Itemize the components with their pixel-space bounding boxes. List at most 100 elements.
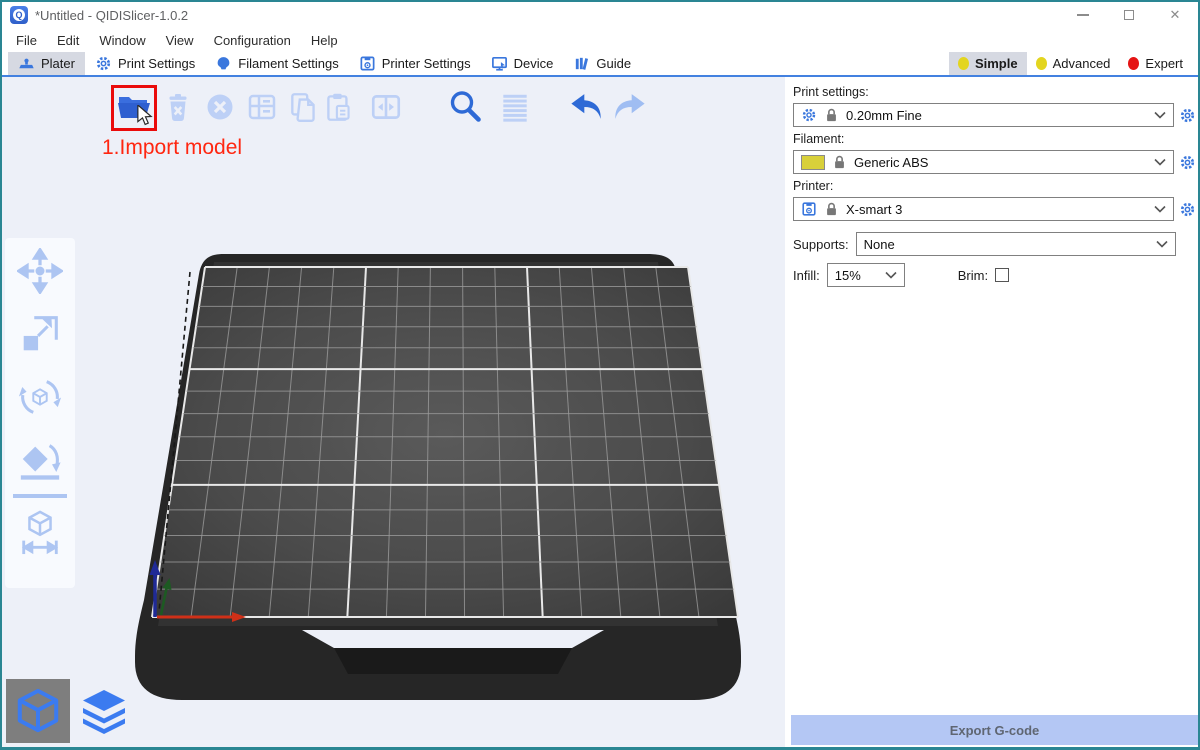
arrange-icon [246, 91, 278, 123]
supports-label: Supports: [793, 237, 849, 252]
app-window: Q *Untitled - QIDISlicer-1.0.2 ✕ File Ed… [0, 0, 1200, 750]
viewport-3d[interactable]: 1.Import model [2, 77, 785, 747]
menu-item-edit[interactable]: Edit [47, 30, 89, 51]
filament-settings-icon [215, 55, 232, 72]
gizmo-toolbar [5, 238, 75, 588]
import-annotation-text: 1.Import model [102, 136, 242, 160]
layer-height-icon [498, 90, 532, 124]
delete-button[interactable] [160, 89, 196, 125]
filament-combo[interactable]: Generic ABS [793, 150, 1174, 174]
print-settings-combo[interactable]: 0.20mm Fine [793, 103, 1174, 127]
edit-print-settings-button[interactable] [1179, 107, 1196, 124]
supports-combo[interactable]: None [856, 232, 1176, 256]
undo-button[interactable] [568, 89, 604, 125]
edit-printer-button[interactable] [1179, 201, 1196, 218]
place-on-face-tool-button[interactable] [17, 437, 63, 483]
import-model-button[interactable] [111, 85, 157, 131]
tab-guide[interactable]: Guide [563, 52, 641, 75]
redo-icon [612, 90, 648, 124]
delete-all-icon [204, 91, 236, 123]
close-button[interactable]: ✕ [1152, 2, 1198, 28]
arrange-button[interactable] [244, 89, 280, 125]
tab-filament-settings-label: Filament Settings [238, 56, 338, 71]
tab-filament-settings[interactable]: Filament Settings [205, 52, 348, 75]
simple-mode-dot-icon [958, 57, 969, 70]
paste-icon [322, 90, 356, 124]
printer-label: Printer: [793, 179, 1198, 195]
menu-item-file[interactable]: File [6, 30, 47, 51]
mouse-cursor-icon [136, 105, 153, 126]
filament-color-swatch [801, 155, 825, 170]
rotate-tool-button[interactable] [17, 374, 63, 420]
preview-view-button[interactable] [76, 684, 132, 740]
tab-plater-label: Plater [41, 56, 75, 71]
copy-button[interactable] [286, 89, 322, 125]
redo-button[interactable] [612, 89, 648, 125]
edit-filament-button[interactable] [1179, 154, 1196, 171]
advanced-mode-dot-icon [1036, 57, 1047, 70]
minimize-button[interactable] [1060, 2, 1106, 28]
delete-trash-icon [162, 91, 194, 123]
paste-button[interactable] [321, 89, 357, 125]
printer-combo[interactable]: X-smart 3 [793, 197, 1174, 221]
move-tool-button[interactable] [17, 248, 63, 294]
tab-device[interactable]: Device [481, 52, 564, 75]
mode-advanced-label: Advanced [1053, 56, 1111, 71]
settings-panel: Print settings: 0.20mm Fine [785, 77, 1198, 747]
split-objects-button[interactable] [368, 89, 404, 125]
tab-printer-settings[interactable]: Printer Settings [349, 52, 481, 75]
printer-settings-icon [359, 55, 376, 72]
mode-switcher: Simple Advanced Expert [949, 52, 1198, 75]
preview-layers-icon [80, 688, 128, 736]
mode-expert[interactable]: Expert [1119, 52, 1192, 75]
variable-layer-height-button[interactable] [497, 89, 533, 125]
place-on-face-icon [17, 437, 63, 483]
menu-item-window[interactable]: Window [89, 30, 155, 51]
split-objects-icon [369, 90, 403, 124]
copy-icon [287, 90, 321, 124]
filament-value: Generic ABS [854, 155, 928, 170]
tab-device-label: Device [514, 56, 554, 71]
scale-tool-button[interactable] [17, 311, 63, 357]
chevron-down-icon [1154, 110, 1166, 120]
mode-simple-label: Simple [975, 56, 1018, 71]
maximize-button[interactable] [1106, 2, 1152, 28]
lock-icon [824, 201, 839, 217]
plater-icon [18, 55, 35, 72]
infill-combo[interactable]: 15% [827, 263, 905, 287]
mode-simple[interactable]: Simple [949, 52, 1027, 75]
gear-icon [801, 107, 817, 123]
menu-item-view[interactable]: View [156, 30, 204, 51]
brim-checkbox[interactable] [995, 268, 1009, 282]
guide-icon [573, 55, 590, 72]
lock-icon [824, 107, 839, 123]
tab-bar: Plater Print Settings Filament Settings … [2, 52, 1198, 77]
editor-view-button[interactable] [6, 679, 70, 743]
export-gcode-button[interactable]: Export G-code [791, 715, 1198, 745]
lock-icon [832, 154, 847, 170]
mode-advanced[interactable]: Advanced [1027, 52, 1120, 75]
menu-item-help[interactable]: Help [301, 30, 348, 51]
print-settings-value: 0.20mm Fine [846, 108, 922, 123]
menu-bar: File Edit Window View Configuration Help [2, 28, 1198, 52]
title-bar: Q *Untitled - QIDISlicer-1.0.2 ✕ [2, 2, 1198, 28]
window-title: *Untitled - QIDISlicer-1.0.2 [35, 8, 188, 23]
print-settings-icon [95, 55, 112, 72]
expert-mode-dot-icon [1128, 57, 1139, 70]
tab-print-settings-label: Print Settings [118, 56, 195, 71]
tab-print-settings[interactable]: Print Settings [85, 52, 205, 75]
tab-plater[interactable]: Plater [8, 52, 85, 75]
search-button[interactable] [448, 89, 484, 125]
move-icon [17, 248, 63, 294]
menu-item-configuration[interactable]: Configuration [204, 30, 301, 51]
supports-value: None [864, 237, 895, 252]
gizmo-separator [13, 494, 67, 498]
measure-tool-button[interactable] [17, 509, 63, 555]
delete-all-button[interactable] [202, 89, 238, 125]
chevron-down-icon [1154, 204, 1166, 214]
filament-label: Filament: [793, 132, 1198, 148]
infill-label: Infill: [793, 268, 820, 283]
undo-icon [568, 90, 604, 124]
mode-expert-label: Expert [1145, 56, 1183, 71]
chevron-down-icon [1156, 239, 1168, 249]
